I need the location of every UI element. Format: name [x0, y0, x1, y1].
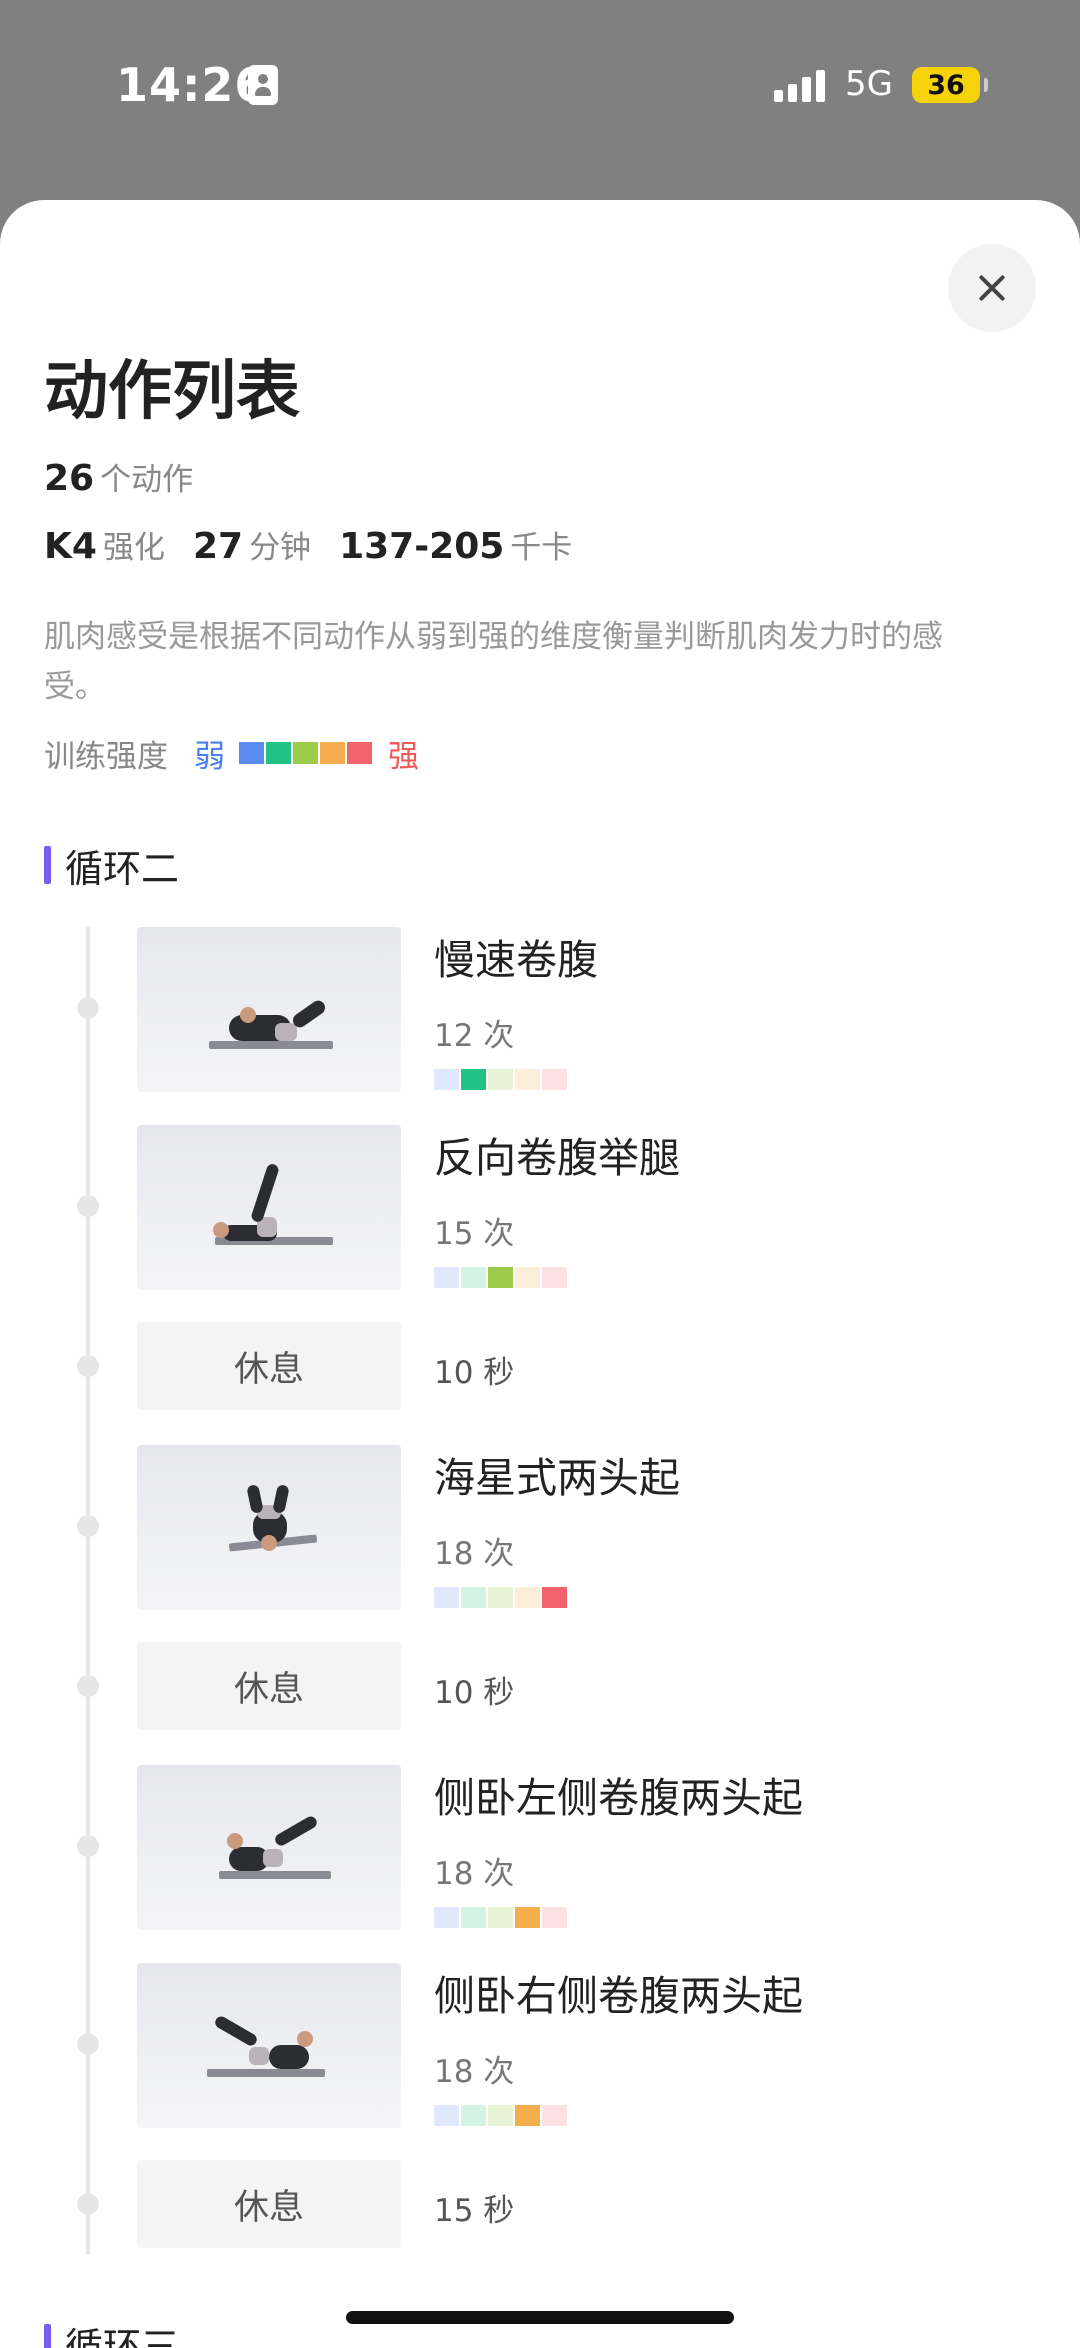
intensity-bar [434, 1069, 569, 1090]
exercise-thumbnail[interactable] [137, 1445, 401, 1610]
intensity-cell [542, 1069, 567, 1090]
section-accent-bar [44, 2324, 51, 2348]
intensity-cell [461, 1069, 486, 1090]
intensity-cell [434, 1069, 459, 1090]
intensity-swatch [347, 742, 372, 764]
duration-value: 27 [192, 526, 244, 567]
contact-card-icon [248, 65, 278, 105]
page-title: 动作列表 [44, 355, 300, 429]
rest-label: 休息 [137, 2160, 401, 2248]
timeline-dot [77, 1355, 99, 1377]
section-header: 循环二 [44, 842, 179, 891]
rest-duration: 10 秒 [434, 1675, 515, 1711]
exercise-reps: 15 次 [434, 1216, 515, 1252]
signal-strength-icon [774, 68, 828, 102]
intensity-cell [488, 1069, 513, 1090]
timeline-dot [77, 1835, 99, 1857]
exercise-name: 反向卷腹举腿 [434, 1134, 680, 1182]
timeline-dot [77, 1515, 99, 1537]
intensity-cell [488, 1587, 513, 1608]
exercise-reps: 18 次 [434, 1536, 515, 1572]
status-bar: 14:26 5G 36 [0, 0, 1080, 170]
exercise-thumbnail[interactable] [137, 1765, 401, 1930]
exercise-thumbnail[interactable] [137, 1963, 401, 2128]
close-icon[interactable] [948, 244, 1036, 332]
intensity-weak-label: 弱 [194, 738, 225, 775]
intensity-cell [542, 1587, 567, 1608]
intensity-cell [515, 2105, 540, 2126]
intensity-cell [542, 1267, 567, 1288]
section-title: 循环二 [65, 846, 180, 891]
intensity-strong-label: 强 [388, 738, 419, 775]
exercise-name: 海星式两头起 [434, 1454, 680, 1502]
timeline-dot [77, 997, 99, 1019]
action-count-unit: 个动作 [100, 462, 194, 498]
exercise-reps: 18 次 [434, 2054, 515, 2090]
intensity-cell [461, 1907, 486, 1928]
intensity-bar [434, 1587, 569, 1608]
intensity-cell [488, 1267, 513, 1288]
rest-duration: 15 秒 [434, 2193, 515, 2229]
exercise-name: 慢速卷腹 [434, 936, 598, 984]
action-count: 26 个动作 [44, 454, 221, 499]
intensity-cell [515, 1587, 540, 1608]
section-title: 循环三 [65, 2324, 180, 2348]
section-accent-bar [44, 846, 51, 884]
intensity-cell [542, 1907, 567, 1928]
intensity-cell [461, 1267, 486, 1288]
intensity-legend-label: 训练强度 [44, 738, 168, 775]
intensity-cell [461, 1587, 486, 1608]
intensity-cell [542, 2105, 567, 2126]
level-value: K4 [44, 526, 97, 567]
calories-unit: 千卡 [510, 530, 573, 566]
intensity-bar [434, 2105, 569, 2126]
intensity-cell [461, 2105, 486, 2126]
status-time: 14:26 [116, 58, 268, 112]
exercise-name: 侧卧右侧卷腹两头起 [434, 1972, 803, 2020]
intensity-cell [434, 1587, 459, 1608]
intensity-cell [434, 1267, 459, 1288]
exercise-name: 侧卧左侧卷腹两头起 [434, 1774, 803, 1822]
exercise-reps: 18 次 [434, 1856, 515, 1892]
timeline-dot [77, 2033, 99, 2055]
intensity-swatch [266, 742, 291, 764]
intensity-cell [488, 1907, 513, 1928]
network-type: 5G [845, 64, 893, 104]
exercise-thumbnail[interactable] [137, 1125, 401, 1290]
intensity-cell [434, 2105, 459, 2126]
muscle-feeling-description: 肌肉感受是根据不同动作从弱到强的维度衡量判断肌肉发力时的感受。 [44, 619, 943, 705]
intensity-bar [434, 1267, 569, 1288]
rest-label: 休息 [137, 1322, 401, 1410]
intensity-swatch [293, 742, 318, 764]
rest-duration: 10 秒 [434, 1355, 515, 1391]
home-indicator[interactable] [346, 2311, 734, 2324]
action-count-value: 26 [44, 458, 95, 499]
workout-stats: K4 强化 27 分钟 137-205 千卡 [44, 522, 600, 567]
intensity-cell [515, 1069, 540, 1090]
duration-unit: 分钟 [249, 530, 312, 566]
timeline-dot [77, 2193, 99, 2215]
battery-icon: 36 [912, 67, 988, 103]
intensity-cell [434, 1907, 459, 1928]
timeline-dot [77, 1195, 99, 1217]
exercise-thumbnail[interactable] [137, 927, 401, 1092]
exercise-reps: 12 次 [434, 1018, 515, 1054]
intensity-legend-swatches [239, 742, 374, 764]
timeline-dot [77, 1675, 99, 1697]
intensity-bar [434, 1907, 569, 1928]
intensity-legend: 训练强度 弱 强 [44, 728, 419, 778]
intensity-swatch [239, 742, 264, 764]
intensity-swatch [320, 742, 345, 764]
battery-level: 36 [927, 69, 965, 101]
intensity-cell [515, 1907, 540, 1928]
section-header: 循环三 [44, 2320, 179, 2348]
level-label: 强化 [102, 530, 165, 566]
intensity-cell [488, 2105, 513, 2126]
action-list-sheet: 动作列表 26 个动作 K4 强化 27 分钟 137-205 千卡 肌肉感受是根据不同动作… [0, 200, 1080, 2348]
intensity-cell [515, 1267, 540, 1288]
rest-label: 休息 [137, 1642, 401, 1730]
calories-value: 137-205 [339, 526, 505, 567]
